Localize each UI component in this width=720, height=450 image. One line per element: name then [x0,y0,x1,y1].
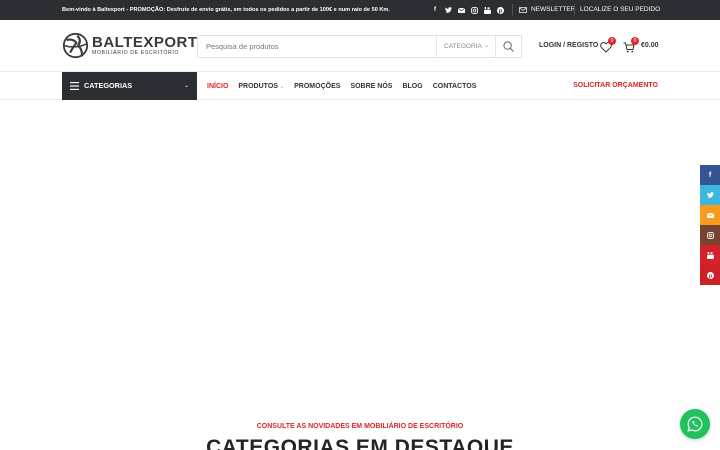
cart-count-badge: 0 [631,37,639,45]
nav-item-sobre-nos[interactable]: SOBRE NÓS [350,83,392,90]
globe-logo-icon [62,32,89,59]
youtube-icon[interactable] [483,6,491,14]
twitter-icon[interactable] [444,6,452,14]
cart-total[interactable]: €0.00 [641,42,659,49]
brand-name: BALTEXPORT [92,33,198,51]
section-title: CATEGORIAS EM DESTAQUE [206,436,514,450]
categories-label: CATEGORIAS [84,81,133,90]
nav-item-blog[interactable]: BLOG [402,83,422,90]
nav-item-label: PRODUTOS [238,82,278,90]
divider [574,4,575,16]
pinterest-icon[interactable]: p [496,6,504,14]
section-kicker: CONSULTE AS NOVIDADES EM MOBILIÁRIO DE E… [256,423,464,430]
search-category-label: CATEGORIA [444,43,482,50]
instagram-icon[interactable] [700,225,720,245]
search-icon [502,41,514,52]
request-quote-link[interactable]: SOLICITAR ORÇAMENTO [573,72,658,100]
newsletter-label: NEWSLETTER [531,6,576,13]
envelope-icon [519,7,527,13]
pinterest-icon[interactable]: p [700,265,720,285]
site-header: BALTEXPORT MOBILIÁRIO DE ESCRITÓRIO CATE… [0,20,720,72]
chevron-down-icon: ⌄ [279,83,285,90]
newsletter-link[interactable]: NEWSLETTER [519,0,575,20]
email-icon[interactable] [700,205,720,225]
categories-menu-button[interactable]: CATEGORIAS ⌄ [62,72,197,100]
chevron-down-icon: ⌄ [183,83,189,89]
search-input[interactable] [206,36,431,57]
track-order-link[interactable]: LOCALIZE O SEU PEDIDO [580,0,660,20]
whatsapp-icon [687,416,703,432]
cart-button[interactable]: 0 [623,37,639,53]
nav-item-produtos[interactable]: PRODUTOS ⌄ [238,83,284,90]
wishlist-count-badge: 0 [608,37,616,45]
hamburger-icon [70,82,79,90]
chevron-down-icon: ⌄ [483,43,489,49]
search-category-select[interactable]: CATEGORIA ⌄ [436,36,496,57]
wishlist-button[interactable]: 0 [600,37,616,53]
youtube-icon[interactable] [700,245,720,265]
nav-item-contactos[interactable]: CONTACTOS [433,83,477,90]
brand-tagline: MOBILIÁRIO DE ESCRITÓRIO [92,49,180,56]
nav-item-inicio[interactable]: INÍCIO [207,83,228,90]
facebook-icon[interactable]: f [700,165,720,185]
login-register-link[interactable]: LOGIN / REGISTO [539,42,598,49]
top-bar: Bem-vindo à Baltexport - PROMOÇÃO: Desfr… [0,0,720,20]
top-social-links: f p [431,0,504,20]
twitter-icon[interactable] [700,185,720,205]
svg-text:p: p [498,8,502,13]
promo-text: Bem-vindo à Baltexport - PROMOÇÃO: Desfr… [62,7,390,13]
floating-social-bar: f p [700,165,720,285]
email-icon[interactable] [457,6,465,14]
nav-item-promocoes[interactable]: PROMOÇÕES [294,83,340,90]
svg-text:p: p [708,273,712,278]
search-button[interactable] [495,36,521,57]
search-form: CATEGORIA ⌄ [197,35,522,58]
whatsapp-chat-button[interactable] [680,409,710,439]
main-navigation: CATEGORIAS ⌄ INÍCIO PRODUTOS ⌄ PROMOÇÕES … [0,72,720,100]
site-logo[interactable]: BALTEXPORT MOBILIÁRIO DE ESCRITÓRIO [62,32,198,59]
instagram-icon[interactable] [470,6,478,14]
nav-menu: INÍCIO PRODUTOS ⌄ PROMOÇÕES SOBRE NÓS BLO… [207,72,476,100]
facebook-icon[interactable]: f [431,6,439,14]
divider [512,4,513,16]
